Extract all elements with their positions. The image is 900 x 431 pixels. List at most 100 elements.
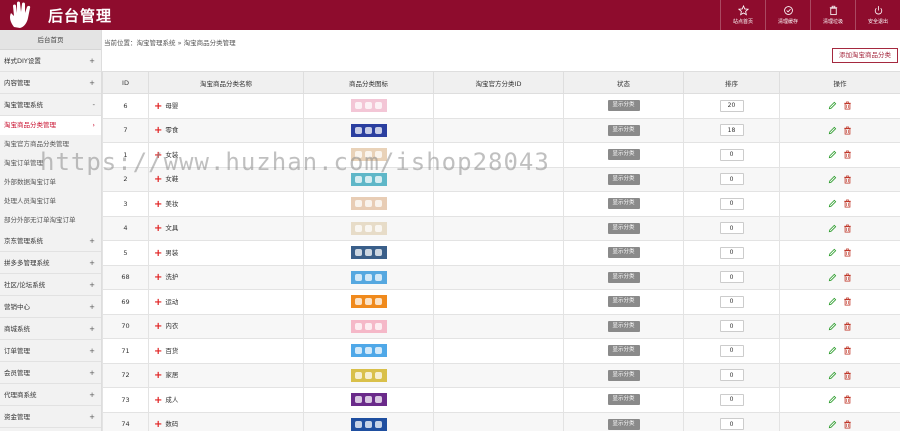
clear-trash-button[interactable]: 清理垃圾 xyxy=(810,0,855,30)
delete-icon[interactable] xyxy=(843,420,852,429)
sort-input[interactable] xyxy=(719,148,744,161)
sidebar-group[interactable]: 会员管理 + xyxy=(0,362,101,384)
edit-icon[interactable] xyxy=(828,273,837,282)
edit-icon[interactable] xyxy=(828,371,837,380)
status-button[interactable]: 显示分类 xyxy=(607,124,640,136)
sidebar-subitem[interactable]: 处理人员淘宝订单 xyxy=(0,192,101,211)
category-thumbnail xyxy=(350,123,387,137)
delete-icon[interactable] xyxy=(843,199,852,208)
delete-icon[interactable] xyxy=(843,297,852,306)
sort-input[interactable] xyxy=(719,320,744,333)
sidebar-subitem[interactable]: 淘宝订单管理 xyxy=(0,154,101,173)
edit-icon[interactable] xyxy=(828,126,837,135)
delete-icon[interactable] xyxy=(843,371,852,380)
delete-icon[interactable] xyxy=(843,224,852,233)
sidebar-group[interactable]: 淘宝管理系统 - xyxy=(0,94,101,116)
expand-icon[interactable]: + xyxy=(154,150,162,161)
edit-icon[interactable] xyxy=(828,297,837,306)
delete-icon[interactable] xyxy=(843,150,852,159)
sort-input[interactable] xyxy=(719,369,744,382)
expand-icon[interactable]: + xyxy=(154,199,162,210)
expand-icon[interactable]: + xyxy=(154,346,162,357)
sidebar-group[interactable]: 营销中心 + xyxy=(0,296,101,318)
status-button[interactable]: 显示分类 xyxy=(607,222,640,234)
sort-input[interactable] xyxy=(719,246,744,259)
status-button[interactable]: 显示分类 xyxy=(607,296,640,308)
sort-input[interactable] xyxy=(719,393,744,406)
expand-icon[interactable]: + xyxy=(154,395,162,406)
sort-input[interactable] xyxy=(719,197,744,210)
sidebar-group[interactable]: 内容管理 + xyxy=(0,72,101,94)
sidebar-group[interactable]: 社区/论坛系统 + xyxy=(0,274,101,296)
delete-icon[interactable] xyxy=(843,395,852,404)
delete-icon[interactable] xyxy=(843,322,852,331)
sidebar-group[interactable]: 样式DIY设置 + xyxy=(0,50,101,72)
edit-icon[interactable] xyxy=(828,150,837,159)
status-button[interactable]: 显示分类 xyxy=(607,394,640,406)
sort-input[interactable] xyxy=(719,99,744,112)
site-home-button[interactable]: 站点首页 xyxy=(720,0,765,30)
edit-icon[interactable] xyxy=(828,101,837,110)
sort-input[interactable] xyxy=(719,271,744,284)
expand-icon[interactable]: + xyxy=(154,125,162,136)
sidebar-group[interactable]: 拼多多管理系统 + xyxy=(0,252,101,274)
delete-icon[interactable] xyxy=(843,101,852,110)
sidebar-home[interactable]: 后台首页 xyxy=(0,30,101,50)
status-button[interactable]: 显示分类 xyxy=(607,271,640,283)
sort-input[interactable] xyxy=(719,222,744,235)
edit-icon[interactable] xyxy=(828,199,837,208)
delete-icon[interactable] xyxy=(843,346,852,355)
sort-input[interactable] xyxy=(719,344,744,357)
expand-icon[interactable]: + xyxy=(154,101,162,112)
edit-icon[interactable] xyxy=(828,175,837,184)
sort-input[interactable] xyxy=(719,124,744,137)
logout-button[interactable]: 安全退出 xyxy=(855,0,900,30)
cell-name: + 洗护 xyxy=(148,264,304,290)
status-button[interactable]: 显示分类 xyxy=(607,247,640,259)
sidebar-group[interactable]: 京东管理系统 + xyxy=(0,230,101,252)
expand-icon[interactable]: + xyxy=(154,370,162,381)
delete-icon[interactable] xyxy=(843,126,852,135)
sidebar-group[interactable]: 资金管理 + xyxy=(0,406,101,428)
edit-icon[interactable] xyxy=(828,248,837,257)
status-button[interactable]: 显示分类 xyxy=(607,198,640,210)
sort-input[interactable] xyxy=(719,173,744,186)
expand-icon[interactable]: + xyxy=(154,248,162,259)
status-button[interactable]: 显示分类 xyxy=(607,345,640,357)
status-button[interactable]: 显示分类 xyxy=(607,173,640,185)
expand-icon[interactable]: + xyxy=(154,272,162,283)
sidebar-group[interactable]: 代理商系统 + xyxy=(0,384,101,406)
sidebar-group[interactable]: 商城系统 + xyxy=(0,318,101,340)
expand-icon[interactable]: + xyxy=(154,297,162,308)
edit-icon[interactable] xyxy=(828,346,837,355)
expand-icon[interactable]: + xyxy=(154,419,162,430)
sidebar-group[interactable]: 订单管理 + xyxy=(0,340,101,362)
status-button[interactable]: 显示分类 xyxy=(607,369,640,381)
expand-icon[interactable]: + xyxy=(154,174,162,185)
sort-input[interactable] xyxy=(719,418,744,431)
add-category-button[interactable]: 添加淘宝商品分类 xyxy=(832,48,898,63)
status-button[interactable]: 显示分类 xyxy=(607,100,640,112)
delete-icon[interactable] xyxy=(843,248,852,257)
expand-icon[interactable]: + xyxy=(154,321,162,332)
sidebar-subitem[interactable]: 外部数据淘宝订单 xyxy=(0,173,101,192)
cell-sort xyxy=(683,289,780,315)
status-button[interactable]: 显示分类 xyxy=(607,320,640,332)
clear-cache-button[interactable]: 清理缓存 xyxy=(765,0,810,30)
edit-icon[interactable] xyxy=(828,224,837,233)
edit-icon[interactable] xyxy=(828,395,837,404)
edit-icon[interactable] xyxy=(828,420,837,429)
edit-icon[interactable] xyxy=(828,322,837,331)
cell-icon xyxy=(303,289,434,315)
sidebar-subitem[interactable]: 淘宝商品分类管理 › xyxy=(0,116,101,135)
expand-icon[interactable]: + xyxy=(154,223,162,234)
status-button[interactable]: 显示分类 xyxy=(607,149,640,161)
cell-official-id xyxy=(433,411,564,431)
cell-name: + 数码 xyxy=(148,411,304,431)
delete-icon[interactable] xyxy=(843,273,852,282)
sidebar-subitem[interactable]: 部分外部无订单淘宝订单 xyxy=(0,211,101,230)
sort-input[interactable] xyxy=(719,295,744,308)
delete-icon[interactable] xyxy=(843,175,852,184)
status-button[interactable]: 显示分类 xyxy=(607,418,640,430)
sidebar-subitem[interactable]: 淘宝官方商品分类管理 xyxy=(0,135,101,154)
